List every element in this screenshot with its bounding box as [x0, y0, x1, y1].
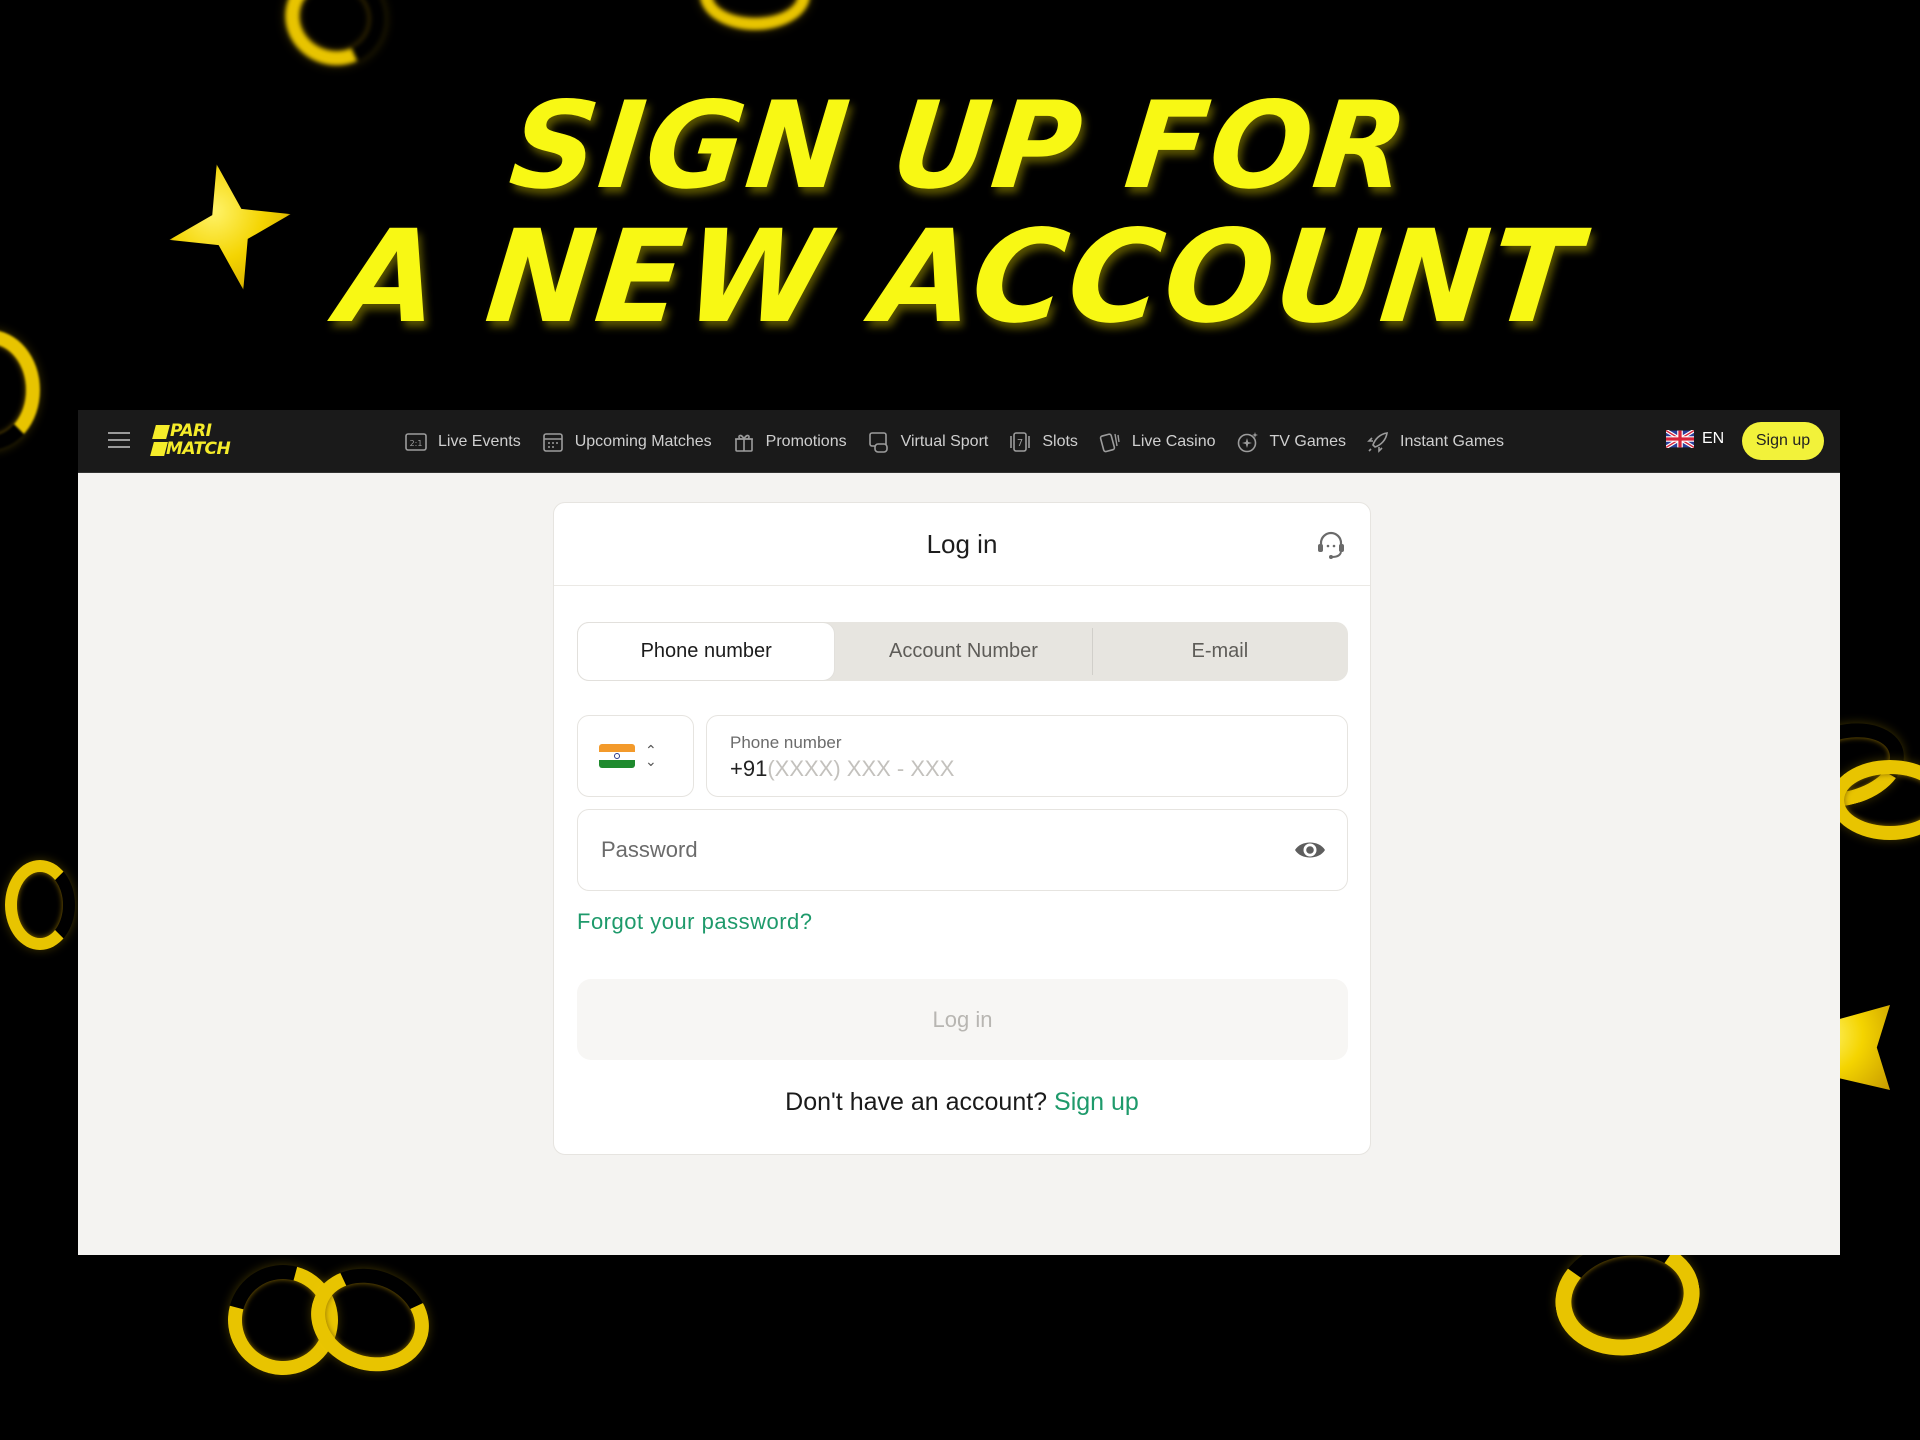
language-label: EN: [1702, 430, 1725, 447]
login-title: Log in: [926, 529, 998, 559]
live-score-icon: 2:1: [404, 430, 428, 454]
nav-item-label: Virtual Sport: [900, 432, 989, 450]
nav-item-label: Instant Games: [1400, 432, 1505, 450]
header-signup-button[interactable]: Sign up: [1742, 422, 1824, 460]
phone-number-label: Phone number: [730, 733, 842, 752]
top-navigation: PARI MATCH 2:1 Live Events Upcoming Matc…: [78, 410, 1840, 473]
nav-item-live-casino[interactable]: Live Casino: [1098, 430, 1216, 454]
nav-item-label: Upcoming Matches: [574, 432, 712, 450]
decorative-swirl: [5, 860, 75, 950]
tab-phone-number[interactable]: Phone number: [577, 622, 836, 681]
chevron-up-down-icon: ⌃ ⌄: [645, 742, 657, 769]
login-submit-button[interactable]: Log in: [577, 979, 1348, 1060]
signup-prompt-text: Don't have an account?: [785, 1088, 1048, 1116]
uk-flag-icon: [1666, 430, 1694, 448]
nav-item-instant-games[interactable]: Instant Games: [1366, 430, 1504, 454]
sparkle-icon: [1236, 430, 1260, 454]
support-headset-icon[interactable]: [1314, 528, 1348, 562]
svg-text:2:1: 2:1: [410, 439, 423, 448]
rocket-icon: [1366, 430, 1390, 454]
nav-item-promotions[interactable]: Promotions: [732, 430, 847, 454]
login-card-header: Log in: [554, 503, 1370, 586]
decorative-swirl: [271, 0, 399, 80]
nav-menu: 2:1 Live Events Upcoming Matches Promoti…: [404, 410, 1524, 473]
gamepad-icon: [867, 430, 891, 454]
nav-item-tv-games[interactable]: TV Games: [1236, 430, 1346, 454]
nav-item-label: TV Games: [1269, 432, 1346, 450]
eye-icon[interactable]: [1293, 837, 1327, 863]
login-method-tabs: Phone number Account Number E-mail: [577, 622, 1348, 681]
signup-link[interactable]: Sign up: [1054, 1088, 1139, 1116]
nav-item-label: Live Casino: [1131, 432, 1216, 450]
phone-mask-placeholder: (XXXX) XXX - XXX: [767, 756, 955, 781]
decorative-swirl: [1830, 760, 1920, 840]
nav-item-live-events[interactable]: 2:1 Live Events: [404, 430, 521, 454]
india-flag-icon: [599, 744, 635, 768]
forgot-password-link[interactable]: Forgot your password?: [577, 909, 813, 935]
menu-icon[interactable]: [108, 432, 130, 450]
decorative-swirl: [296, 1252, 444, 1388]
parimatch-logo[interactable]: PARI MATCH: [150, 423, 248, 459]
nav-item-slots[interactable]: 7 Slots: [1008, 430, 1078, 454]
headline-line-1: SIGN UP FOR: [504, 77, 1417, 216]
slot-seven-icon: 7: [1008, 430, 1032, 454]
decorative-swirl: [700, 0, 810, 30]
language-selector[interactable]: EN: [1666, 430, 1724, 448]
tab-account-number[interactable]: Account Number: [835, 622, 1091, 681]
browser-viewport: PARI MATCH 2:1 Live Events Upcoming Matc…: [78, 410, 1840, 1255]
decorative-swirl: [207, 1244, 359, 1396]
phone-number-input[interactable]: Phone number +91(XXXX) XXX - XXX: [706, 715, 1348, 797]
svg-text:7: 7: [1017, 438, 1023, 449]
country-code-select[interactable]: ⌃ ⌄: [577, 715, 694, 797]
password-placeholder: Password: [601, 837, 698, 862]
phone-number-value: +91(XXXX) XXX - XXX: [730, 756, 954, 782]
calendar-icon: [541, 430, 565, 454]
phone-prefix: +91: [730, 756, 768, 781]
tab-email[interactable]: E-mail: [1091, 622, 1348, 681]
signup-prompt: Don't have an account? Sign up: [554, 1088, 1370, 1117]
login-card: Log in Phone number Account Number E-mai…: [553, 502, 1371, 1155]
headline-line-2: A NEW ACCOUNT: [332, 203, 1588, 352]
nav-item-virtual-sport[interactable]: Virtual Sport: [867, 430, 989, 454]
cards-icon: [1098, 430, 1122, 454]
nav-item-label: Promotions: [765, 432, 847, 450]
nav-item-label: Live Events: [438, 432, 521, 450]
password-input[interactable]: Password: [577, 809, 1348, 891]
gift-icon: [732, 430, 756, 454]
nav-item-label: Slots: [1042, 432, 1078, 450]
nav-item-upcoming-matches[interactable]: Upcoming Matches: [541, 430, 712, 454]
decorative-swirl: [0, 330, 40, 450]
